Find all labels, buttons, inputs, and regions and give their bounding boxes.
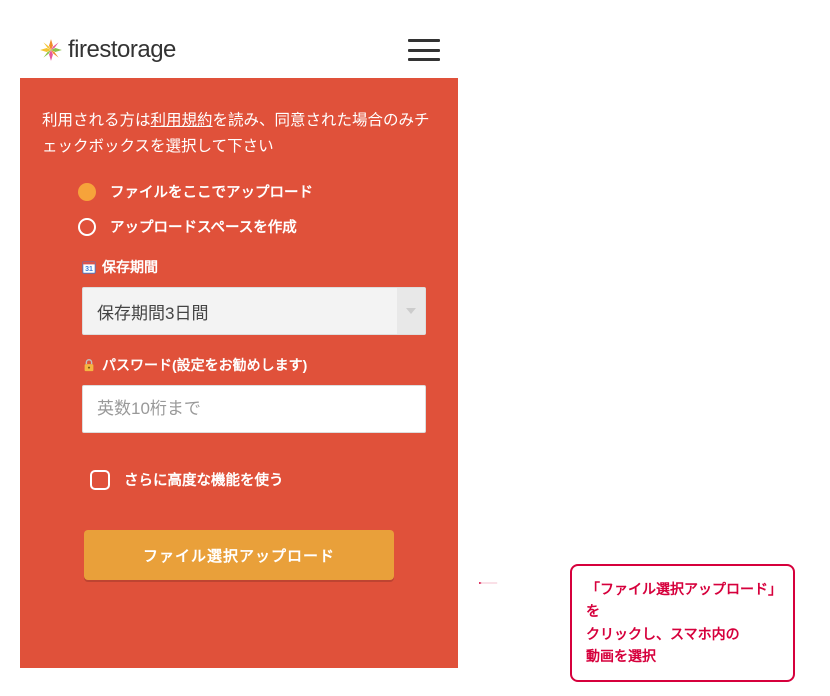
lock-icon bbox=[82, 358, 96, 372]
advanced-toggle[interactable]: さらに高度な機能を使う bbox=[90, 469, 436, 490]
svg-text:31: 31 bbox=[85, 266, 93, 273]
file-select-upload-button[interactable]: ファイル選択アップロード bbox=[84, 530, 394, 580]
password-field: パスワード(設定をお勧めします) bbox=[42, 355, 436, 433]
callout-line: 「ファイル選択アップロード」を bbox=[586, 581, 775, 619]
password-input[interactable] bbox=[82, 385, 426, 433]
logo-text: firestorage bbox=[68, 36, 176, 64]
radio-unselected-icon bbox=[78, 218, 96, 236]
terms-link[interactable]: 利用規約 bbox=[151, 112, 213, 129]
checkbox-unchecked-icon bbox=[90, 470, 110, 490]
password-label: パスワード(設定をお勧めします) bbox=[102, 355, 307, 375]
callout-line: 動画を選択 bbox=[586, 648, 656, 664]
logo[interactable]: firestorage bbox=[38, 36, 176, 64]
radio-upload-here[interactable]: ファイルをここでアップロード bbox=[78, 181, 436, 202]
upload-mode-group: ファイルをここでアップロード アップロードスペースを作成 bbox=[78, 181, 436, 237]
hamburger-bar-icon bbox=[408, 39, 440, 42]
menu-button[interactable] bbox=[408, 39, 440, 61]
star-flower-icon bbox=[38, 37, 64, 63]
retention-value: 保存期間3日間 bbox=[97, 299, 208, 324]
password-label-row: パスワード(設定をお勧めします) bbox=[82, 355, 436, 375]
retention-field: 31 保存期間 保存期間3日間 bbox=[42, 257, 436, 335]
retention-select[interactable]: 保存期間3日間 bbox=[82, 287, 426, 335]
annotation-callout: 「ファイル選択アップロード」を クリックし、スマホ内の 動画を選択 bbox=[570, 564, 795, 682]
retention-label: 保存期間 bbox=[102, 257, 158, 277]
header: firestorage bbox=[20, 28, 458, 78]
callout-line: クリックし、スマホ内の bbox=[586, 626, 740, 642]
radio-selected-icon bbox=[78, 183, 96, 201]
advanced-label: さらに高度な機能を使う bbox=[124, 469, 284, 490]
calendar-clock-icon: 31 bbox=[82, 260, 96, 274]
radio-label: アップロードスペースを作成 bbox=[110, 216, 297, 237]
hamburger-bar-icon bbox=[408, 58, 440, 61]
main-panel: 利用される方は利用規約を読み、同意された場合のみチェックボックスを選択して下さい… bbox=[20, 78, 458, 668]
chevron-down-icon bbox=[397, 288, 425, 334]
app-frame: firestorage 利用される方は利用規約を読み、同意された場合のみチェック… bbox=[20, 28, 458, 678]
hamburger-bar-icon bbox=[408, 49, 440, 52]
intro-prefix: 利用される方は bbox=[42, 112, 151, 129]
radio-create-space[interactable]: アップロードスペースを作成 bbox=[78, 216, 436, 237]
radio-label: ファイルをここでアップロード bbox=[110, 181, 313, 202]
retention-label-row: 31 保存期間 bbox=[82, 257, 436, 277]
intro-text: 利用される方は利用規約を読み、同意された場合のみチェックボックスを選択して下さい bbox=[42, 108, 436, 159]
